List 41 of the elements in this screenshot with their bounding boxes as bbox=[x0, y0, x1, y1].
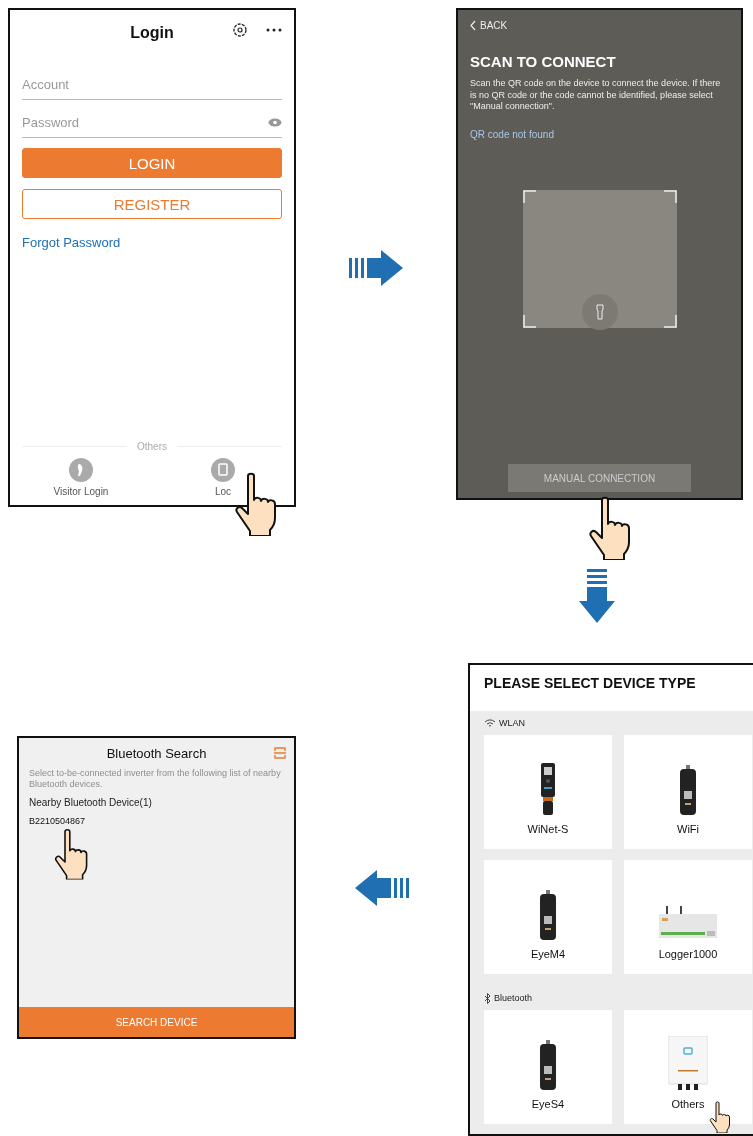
hint-text: Select to-be-connected inverter from the following list of nearby Bluetooth devices. bbox=[29, 768, 282, 791]
arrow-icon bbox=[579, 568, 615, 623]
device-card[interactable]: Logger1000 bbox=[624, 860, 752, 974]
forgot-password-link[interactable]: Forgot Password bbox=[22, 235, 282, 250]
dongle-icon bbox=[540, 763, 556, 815]
inverter-icon bbox=[668, 1036, 708, 1090]
device-card[interactable]: EyeS4 bbox=[484, 1010, 612, 1124]
device-list-item[interactable]: B2210504867 bbox=[29, 815, 284, 826]
divider-label: Others bbox=[137, 441, 167, 452]
device-icon bbox=[211, 458, 235, 482]
group-label: WLAN bbox=[499, 718, 525, 728]
device-card[interactable]: WiNet-S bbox=[484, 735, 612, 849]
group-label: Bluetooth bbox=[494, 993, 533, 1003]
dongle-icon bbox=[540, 890, 556, 940]
instructions-text: Scan the QR code on the device to connect the device. If there is no QR code or the code cannot be identified, please select "Manual connection". bbox=[470, 78, 722, 114]
section-label: Nearby Bluetooth Device(1) bbox=[29, 796, 153, 808]
device-card[interactable]: WiFi bbox=[624, 735, 752, 849]
logger-icon bbox=[659, 906, 717, 940]
settings-icon[interactable] bbox=[232, 22, 248, 38]
chevron-left-icon bbox=[470, 20, 476, 31]
status-text: QR code not found bbox=[470, 129, 555, 141]
wifi-icon bbox=[484, 718, 496, 728]
screen-title: SCAN TO CONNECT bbox=[470, 53, 617, 70]
password-field[interactable]: Password bbox=[22, 108, 268, 137]
flashlight-button[interactable] bbox=[581, 294, 618, 331]
arrow-icon bbox=[349, 250, 403, 286]
eye-icon[interactable] bbox=[268, 118, 282, 127]
screen-title: Login bbox=[130, 24, 174, 42]
scan-icon[interactable] bbox=[274, 747, 286, 759]
flashlight-icon bbox=[595, 304, 604, 321]
dongle-icon bbox=[540, 1040, 556, 1090]
back-button[interactable]: BACK bbox=[470, 20, 508, 31]
device-card[interactable]: EyeM4 bbox=[484, 860, 612, 974]
login-option[interactable]: Visitor Login bbox=[36, 458, 126, 497]
arrow-icon bbox=[355, 870, 409, 906]
account-field[interactable]: Account bbox=[22, 70, 282, 99]
more-icon[interactable] bbox=[266, 28, 282, 32]
device-card[interactable]: Others bbox=[624, 1010, 752, 1124]
dongle-icon bbox=[680, 765, 696, 815]
screen-title: Bluetooth Search bbox=[106, 745, 207, 761]
bluetooth-icon bbox=[484, 992, 491, 1004]
